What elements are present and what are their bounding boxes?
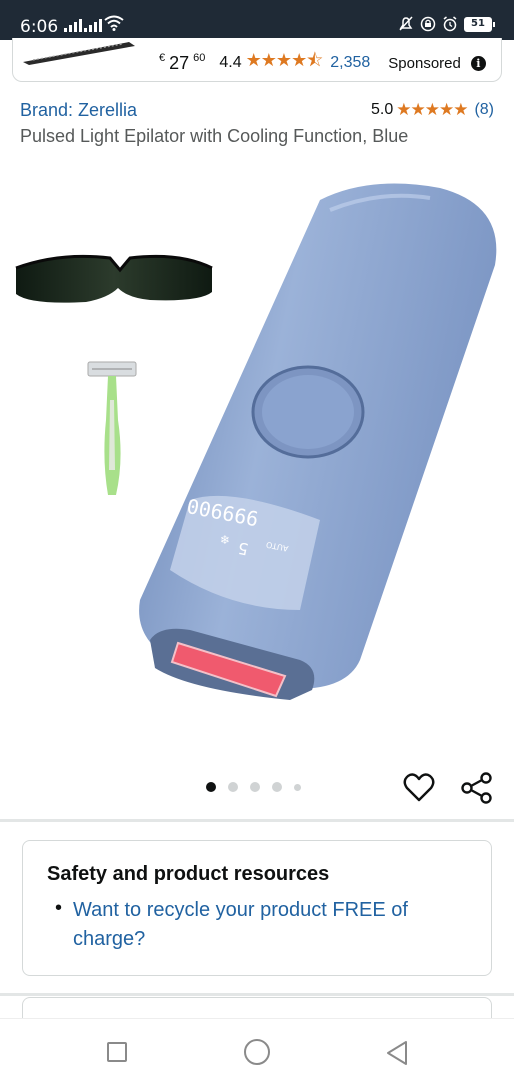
system-navigation-bar: [0, 1018, 514, 1085]
brand-link[interactable]: Brand: Zerellia: [20, 100, 137, 121]
image-carousel-indicator[interactable]: [206, 782, 301, 792]
status-bar: 6:06 51: [0, 0, 514, 40]
carousel-dot[interactable]: [294, 783, 301, 791]
heart-icon[interactable]: [403, 772, 435, 804]
sponsored-label[interactable]: Sponsored: [388, 55, 461, 72]
safety-heading: Safety and product resources: [47, 863, 330, 885]
price-fraction: 60: [193, 52, 206, 64]
rating-value: 5.0: [370, 101, 394, 118]
info-icon[interactable]: i: [470, 55, 486, 71]
product-image[interactable]: 999900 5 AUTO ❄: [0, 170, 514, 750]
ad-star-rating: ★★★★⯪: [245, 50, 324, 70]
recent-apps-icon[interactable]: [107, 1042, 127, 1062]
bullet: •: [55, 897, 63, 919]
sponsored-product-card[interactable]: € 27 60 4.4 ★★★★⯪ 2,358 Sponsored i: [12, 38, 502, 82]
carousel-dot[interactable]: [272, 782, 282, 792]
section-divider: [0, 993, 514, 996]
clock: 6:06: [20, 17, 59, 37]
carousel-dot[interactable]: [250, 782, 260, 792]
home-icon[interactable]: [244, 1039, 270, 1065]
ad-rating-value: 4.4: [219, 54, 242, 71]
snowflake-icon: ❄: [220, 533, 230, 547]
mute-icon: [399, 16, 413, 31]
review-count[interactable]: (8): [474, 101, 494, 119]
alarm-icon: [443, 16, 457, 32]
data-saver-icon: [420, 16, 436, 32]
recycle-link[interactable]: Want to recycle your product FREE of cha…: [73, 896, 473, 954]
share-icon[interactable]: [460, 772, 494, 804]
ad-review-count[interactable]: 2,358: [330, 54, 370, 72]
carousel-dot[interactable]: [206, 782, 216, 792]
back-icon[interactable]: [384, 1039, 410, 1067]
star-rating: ★★★★★: [396, 100, 468, 119]
signal-icon-2: [84, 18, 102, 32]
wifi-icon: [104, 15, 124, 31]
safety-resources-card: Safety and product resources • Want to r…: [22, 840, 492, 976]
price-currency: €: [159, 52, 166, 64]
signal-icon: [64, 18, 82, 32]
section-divider: [0, 819, 514, 822]
battery-icon: 51: [464, 16, 495, 32]
product-title: Pulsed Light Epilator with Cooling Funct…: [20, 126, 409, 146]
ad-product-thumbnail: [23, 42, 135, 65]
carousel-dot[interactable]: [228, 782, 238, 792]
price-whole: 27: [169, 52, 190, 73]
safety-glasses-image: [15, 254, 213, 303]
razor-image: [87, 361, 137, 495]
product-rating[interactable]: 5.0 ★★★★★ (8): [371, 100, 494, 120]
